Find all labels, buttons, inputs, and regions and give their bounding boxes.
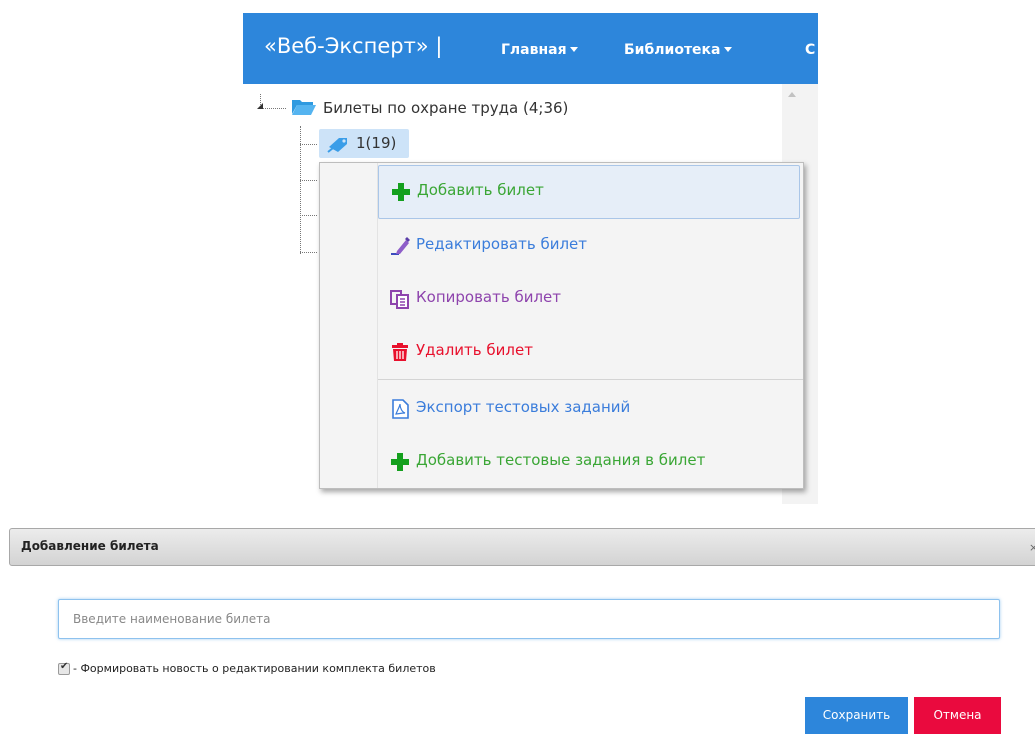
save-button[interactable]: Сохранить — [805, 697, 908, 734]
tree-connector-line — [300, 180, 317, 181]
nav-menu-library[interactable]: Библиотека — [624, 42, 732, 58]
trash-icon — [392, 343, 408, 361]
dialog-titlebar: Добавление билета × — [9, 528, 1035, 566]
menu-item-copy-ticket[interactable]: Копировать билет — [378, 273, 801, 325]
plus-icon — [391, 453, 409, 471]
cancel-button[interactable]: Отмена — [914, 697, 1001, 734]
menu-item-add-tasks-to-ticket[interactable]: Добавить тестовые задания в билет — [378, 436, 801, 488]
nav-menu-third-label: С — [805, 42, 816, 58]
tree-connector-line — [300, 144, 317, 145]
brand-logo-text[interactable]: «Веб-Эксперт» | — [264, 34, 442, 58]
menu-item-add-ticket[interactable]: Добавить билет — [378, 165, 800, 219]
tree-root-label[interactable]: Билеты по охране труда (4;36) — [323, 99, 568, 117]
menu-separator — [378, 379, 803, 380]
tree-connector-line — [300, 252, 317, 253]
nav-menu-library-label: Библиотека — [624, 42, 721, 58]
checkmark-icon: ✔ — [60, 661, 69, 672]
menu-item-label: Редактировать билет — [416, 235, 588, 253]
news-checkbox[interactable]: ✔ — [58, 661, 70, 675]
tree-connector-line — [300, 215, 317, 216]
menu-item-edit-ticket[interactable]: Редактировать билет — [378, 220, 801, 272]
caret-down-icon — [723, 47, 732, 52]
menu-item-label: Добавить билет — [417, 181, 544, 199]
tree-node-ticket[interactable]: 1(19) — [319, 129, 409, 158]
tree-connector-line — [260, 108, 286, 109]
plus-icon — [392, 183, 410, 201]
news-checkbox-label: - Формировать новость о редактировании к… — [73, 662, 436, 675]
top-navbar: «Веб-Эксперт» | Главная Библиотека С — [243, 13, 818, 84]
menu-item-label: Экспорт тестовых заданий — [416, 398, 631, 416]
menu-item-label: Удалить билет — [416, 341, 533, 359]
menu-item-label: Копировать билет — [416, 288, 562, 306]
menu-item-export-tasks[interactable]: Экспорт тестовых заданий — [378, 383, 801, 435]
nav-menu-home-label: Главная — [501, 42, 567, 58]
caret-down-icon — [569, 47, 578, 52]
tree-connector-line — [300, 126, 301, 254]
nav-menu-third[interactable]: С — [805, 42, 815, 58]
nav-menu-home[interactable]: Главная — [501, 42, 578, 58]
scroll-up-arrow-icon[interactable] — [788, 92, 796, 97]
ticket-name-input[interactable] — [58, 599, 1000, 639]
close-icon[interactable]: × — [1029, 541, 1035, 554]
folder-open-icon — [292, 100, 316, 115]
context-menu: Добавить билет Редактировать билет Копир… — [319, 162, 804, 489]
ticket-pin-icon — [327, 138, 347, 153]
dialog-title: Добавление билета — [21, 539, 159, 553]
menu-item-label: Добавить тестовые задания в билет — [416, 451, 706, 469]
expand-toggle-icon[interactable] — [257, 103, 263, 109]
pdf-icon — [392, 399, 409, 419]
copy-icon — [390, 290, 409, 309]
pencil-icon — [391, 237, 410, 255]
tree-node-label: 1(19) — [356, 134, 397, 152]
menu-item-delete-ticket[interactable]: Удалить билет — [378, 326, 801, 378]
